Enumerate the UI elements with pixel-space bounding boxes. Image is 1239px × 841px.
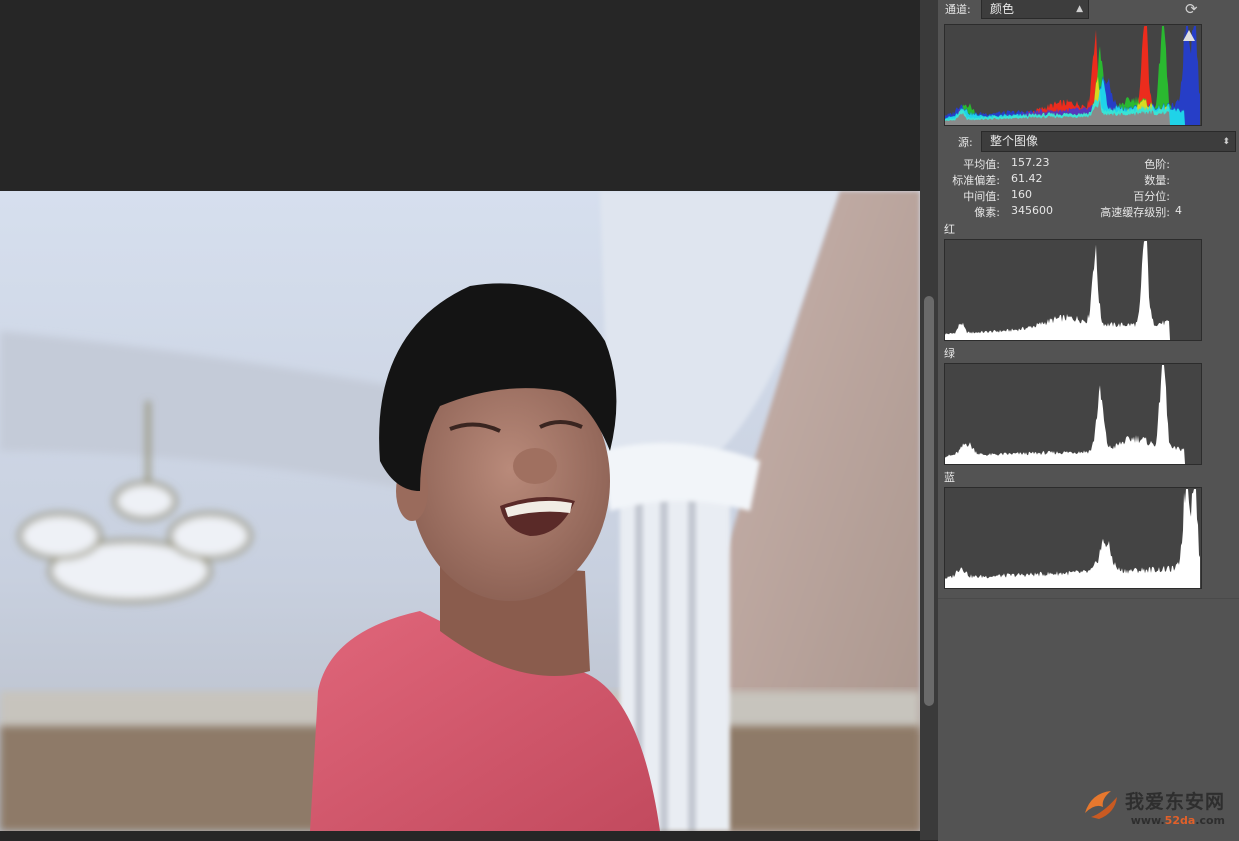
watermark-url-accent: 52da — [1164, 814, 1196, 827]
color-histogram — [944, 24, 1202, 126]
histogram-panel: 通道: 颜色 ▲ ⟳ 源: 整个图像 ⬍ 平均值: 157.23 标准偏差: 6… — [938, 0, 1239, 841]
scrollbar-thumb[interactable] — [924, 296, 934, 706]
refresh-icon[interactable]: ⟳ — [1185, 0, 1198, 18]
red-histogram — [944, 239, 1202, 341]
watermark-url: www.52da.com — [1125, 814, 1225, 827]
blue-channel-label: 蓝 — [944, 471, 955, 484]
stat-stddev-label: 标准偏差: — [952, 174, 1000, 187]
histogram-area — [945, 489, 1200, 588]
stat-pixels-label: 像素: — [974, 206, 1000, 219]
stat-mean-value: 157.23 — [1011, 156, 1050, 169]
document-canvas[interactable] — [0, 0, 920, 840]
panel-empty-area: 我爱东安网 www.52da.com — [938, 598, 1239, 841]
stat-median-value: 160 — [1011, 188, 1032, 201]
channel-label: 通道: — [945, 3, 971, 16]
source-label: 源: — [958, 136, 973, 149]
photo-image — [0, 191, 920, 831]
updown-arrow-icon: ▲ — [1076, 4, 1083, 14]
channel-select-value: 颜色 — [990, 2, 1015, 16]
stat-count-label: 数量: — [1144, 174, 1170, 187]
stat-median-label: 中间值: — [963, 190, 1000, 203]
watermark-title: 我爱东安网 — [1124, 791, 1225, 813]
green-histogram — [944, 363, 1202, 465]
stat-pixels-value: 345600 — [1011, 204, 1053, 217]
blue-histogram — [944, 487, 1202, 589]
warning-icon[interactable] — [1183, 30, 1195, 41]
stat-mean-label: 平均值: — [963, 158, 1000, 171]
source-select[interactable]: 整个图像 ⬍ — [981, 131, 1236, 152]
source-select-value: 整个图像 — [990, 134, 1039, 148]
watermark: 我爱东安网 www.52da.com — [1084, 787, 1225, 827]
channel-select[interactable]: 颜色 ▲ — [981, 0, 1089, 19]
stat-stddev-value: 61.42 — [1011, 172, 1043, 185]
red-channel-label: 红 — [944, 223, 955, 236]
canvas-scrollbar[interactable] — [920, 0, 938, 840]
histogram-area — [945, 241, 1200, 340]
stat-percentile-label: 百分位: — [1133, 190, 1170, 203]
watermark-logo-icon — [1084, 791, 1117, 819]
stat-cache-label: 高速缓存级别: — [1100, 206, 1170, 219]
histogram-area — [945, 365, 1200, 464]
green-channel-label: 绿 — [944, 347, 955, 360]
updown-arrow-icon: ⬍ — [1222, 137, 1230, 147]
stat-level-label: 色阶: — [1144, 158, 1170, 171]
stat-cache-value: 4 — [1175, 204, 1182, 217]
watermark-url-suffix: .com — [1195, 814, 1225, 827]
watermark-url-prefix: www. — [1130, 814, 1165, 827]
